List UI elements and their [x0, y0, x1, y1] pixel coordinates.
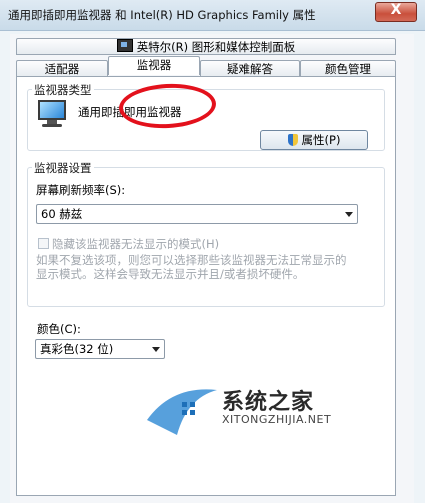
hide-modes-checkbox[interactable]	[38, 238, 49, 249]
colors-select[interactable]: 真彩色(32 位)	[35, 339, 165, 359]
intel-graphics-icon	[116, 39, 133, 52]
watermark: 系统之家 XITONGZHIJIA.NET	[142, 380, 402, 440]
monitor-type-legend: 监视器类型	[32, 82, 94, 98]
help-text-line2: 显示模式。这样会导致无法显示并且/或者损坏硬件。	[36, 267, 305, 281]
close-button[interactable]: X	[375, 2, 417, 22]
close-icon: X	[390, 2, 402, 18]
colors-label: 颜色(C):	[37, 322, 81, 336]
tab-intel-control-panel[interactable]: 英特尔(R) 图形和媒体控制面板	[16, 38, 396, 55]
tab-color-management-label: 颜色管理	[325, 62, 371, 76]
properties-button[interactable]: 属性(P)	[260, 130, 368, 150]
tab-color-management[interactable]: 颜色管理	[300, 60, 396, 77]
colors-value: 真彩色(32 位)	[40, 342, 114, 356]
monitor-icon	[36, 100, 70, 130]
tab-monitor[interactable]: 监视器	[108, 56, 200, 75]
tab-monitor-label: 监视器	[136, 58, 172, 72]
tab-adapter[interactable]: 适配器	[16, 60, 108, 77]
tab-adapter-label: 适配器	[44, 62, 80, 76]
monitor-settings-group: 监视器设置 屏幕刷新频率(S): 60 赫兹 隐藏该监视器无法显示的模式(H) …	[27, 160, 385, 307]
properties-button-label: 属性(P)	[301, 133, 341, 147]
watermark-url: XITONGZHIJIA.NET	[222, 413, 332, 426]
refresh-rate-label: 屏幕刷新频率(S):	[36, 183, 126, 197]
shield-icon	[287, 134, 298, 146]
tab-intel-label: 英特尔(R) 图形和媒体控制面板	[136, 40, 296, 54]
monitor-settings-legend: 监视器设置	[32, 160, 94, 176]
chevron-down-icon	[152, 347, 160, 352]
tab-troubleshoot[interactable]: 疑难解答	[200, 60, 300, 77]
window-title: 通用即插即用监视器 和 Intel(R) HD Graphics Family …	[8, 8, 316, 22]
chevron-down-icon	[345, 212, 353, 217]
refresh-rate-select[interactable]: 60 赫兹	[36, 204, 358, 224]
hide-modes-label: 隐藏该监视器无法显示的模式(H)	[52, 237, 220, 251]
tab-troubleshoot-label: 疑难解答	[227, 62, 273, 76]
title-bar: 通用即插即用监视器 和 Intel(R) HD Graphics Family …	[0, 0, 425, 31]
watermark-brand: 系统之家	[222, 390, 315, 415]
refresh-rate-value: 60 赫兹	[41, 207, 83, 221]
watermark-logo-icon	[147, 389, 217, 435]
